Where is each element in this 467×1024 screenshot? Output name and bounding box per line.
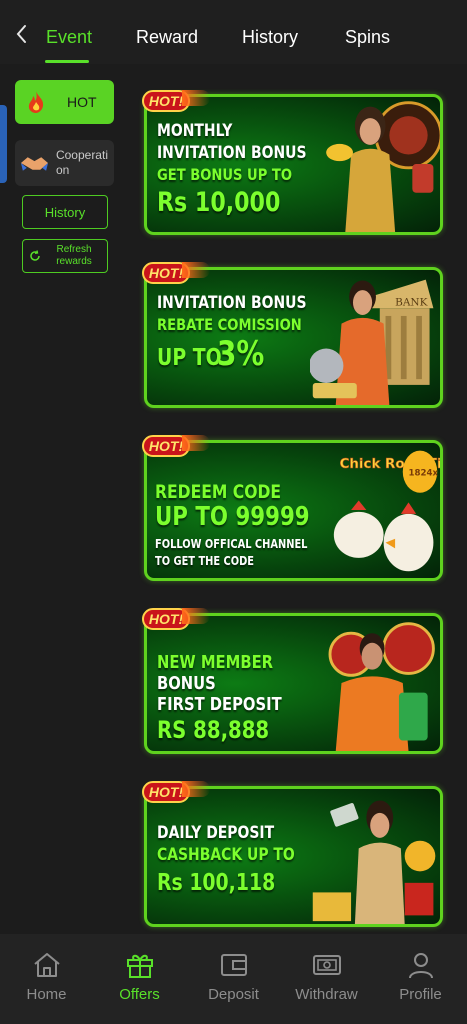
nav-label: Profile <box>399 986 442 1003</box>
active-tab-indicator <box>45 60 89 63</box>
banner-line: INVITATION BONUS <box>157 293 307 313</box>
wallet-icon <box>220 954 247 976</box>
handshake-icon <box>20 157 49 171</box>
banner-redeem-code[interactable]: REDEEM CODE UP TO 99999 FOLLOW OFFICAL C… <box>144 440 443 581</box>
banner-line: DAILY DEPOSIT <box>157 823 275 843</box>
history-button[interactable]: History <box>22 195 108 229</box>
banner-amount: 3% <box>217 334 265 374</box>
flame-icon <box>28 91 44 113</box>
woman-with-bank-illustration: BANK <box>310 279 434 405</box>
man-in-suit-illustration <box>328 622 435 751</box>
refresh-rewards-label: Refresh rewards <box>56 244 92 267</box>
banner-line: UP TO 99999 <box>155 502 310 532</box>
banner-invitation-rebate[interactable]: INVITATION BONUS REBATE COMISSION UP TO … <box>144 267 443 408</box>
banner-amount: Rs 10,000 <box>157 187 281 218</box>
cash-icon <box>312 955 341 975</box>
svg-text:1824x: 1824x <box>409 469 439 479</box>
refresh-rewards-button[interactable]: Refresh rewards <box>22 239 108 273</box>
hot-badge: HOT! <box>140 84 210 114</box>
nav-deposit[interactable]: Deposit <box>187 934 280 1024</box>
svg-text:BANK: BANK <box>395 296 429 308</box>
nav-offers[interactable]: Offers <box>93 934 186 1024</box>
tab-spins[interactable]: Spins <box>345 27 390 48</box>
nav-label: Offers <box>119 986 160 1003</box>
person-icon <box>408 953 433 979</box>
tab-history[interactable]: History <box>242 27 298 48</box>
hot-badge: HOT! <box>140 429 210 459</box>
banner-line: INVITATION BONUS <box>157 143 307 163</box>
woman-with-coins-illustration <box>326 101 440 232</box>
bottom-navigation: Home Offers Deposit Withdraw Profile <box>0 934 467 1024</box>
sidebar-item-hot[interactable]: HOT <box>15 80 114 124</box>
banner-amount: RS 88,888 <box>157 716 270 744</box>
sidebar-item-cooperation[interactable]: Cooperation <box>15 140 114 186</box>
hot-badge: HOT! <box>140 256 210 286</box>
nav-withdraw[interactable]: Withdraw <box>280 934 373 1024</box>
sidebar-item-label: HOT <box>67 94 97 110</box>
hot-badge: HOT! <box>140 602 210 632</box>
woman-with-cash-illustration <box>312 800 436 924</box>
banner-new-member-bonus[interactable]: NEW MEMBER BONUS FIRST DEPOSIT RS 88,888 <box>144 613 443 754</box>
nav-home[interactable]: Home <box>0 934 93 1024</box>
banner-line: MONTHLY <box>157 121 233 141</box>
sidebar-item-label: Cooperation <box>55 148 108 177</box>
hot-badge: HOT! <box>140 775 210 805</box>
banner-line: REDEEM CODE <box>155 481 282 503</box>
banner-line: REBATE COMISSION <box>157 315 302 334</box>
back-arrow-icon[interactable] <box>12 20 32 48</box>
tab-reward[interactable]: Reward <box>136 27 198 48</box>
banner-monthly-invitation-bonus[interactable]: MONTHLY INVITATION BONUS GET BONUS UP TO… <box>144 94 443 235</box>
banner-amount: Rs 100,118 <box>157 870 276 896</box>
banner-line: CASHBACK UP TO <box>157 845 295 865</box>
banner-line: FIRST DEPOSIT <box>157 694 282 715</box>
top-tab-bar: Event Reward History Spins <box>0 0 467 64</box>
nav-label: Home <box>26 986 67 1003</box>
banner-line: UP TO <box>157 345 222 371</box>
banner-line: NEW MEMBER <box>157 652 274 673</box>
chicken-game-illustration: Chick Road Time 1824x <box>333 450 440 572</box>
banner-line: GET BONUS UP TO <box>157 165 292 184</box>
banner-line: TO GET THE CODE <box>155 554 255 568</box>
nav-label: Withdraw <box>295 986 358 1003</box>
nav-label: Deposit <box>208 986 259 1003</box>
nav-profile[interactable]: Profile <box>374 934 467 1024</box>
gift-icon <box>126 954 153 978</box>
banner-line: FOLLOW OFFICAL CHANNEL <box>155 537 308 551</box>
home-icon <box>33 953 60 977</box>
banner-line: BONUS <box>157 673 216 694</box>
history-button-label: History <box>44 204 86 220</box>
tab-event[interactable]: Event <box>46 27 92 48</box>
refresh-icon <box>30 250 40 261</box>
side-edge-handle <box>0 105 7 183</box>
banner-daily-deposit-cashback[interactable]: DAILY DEPOSIT CASHBACK UP TO Rs 100,118 <box>144 786 443 927</box>
